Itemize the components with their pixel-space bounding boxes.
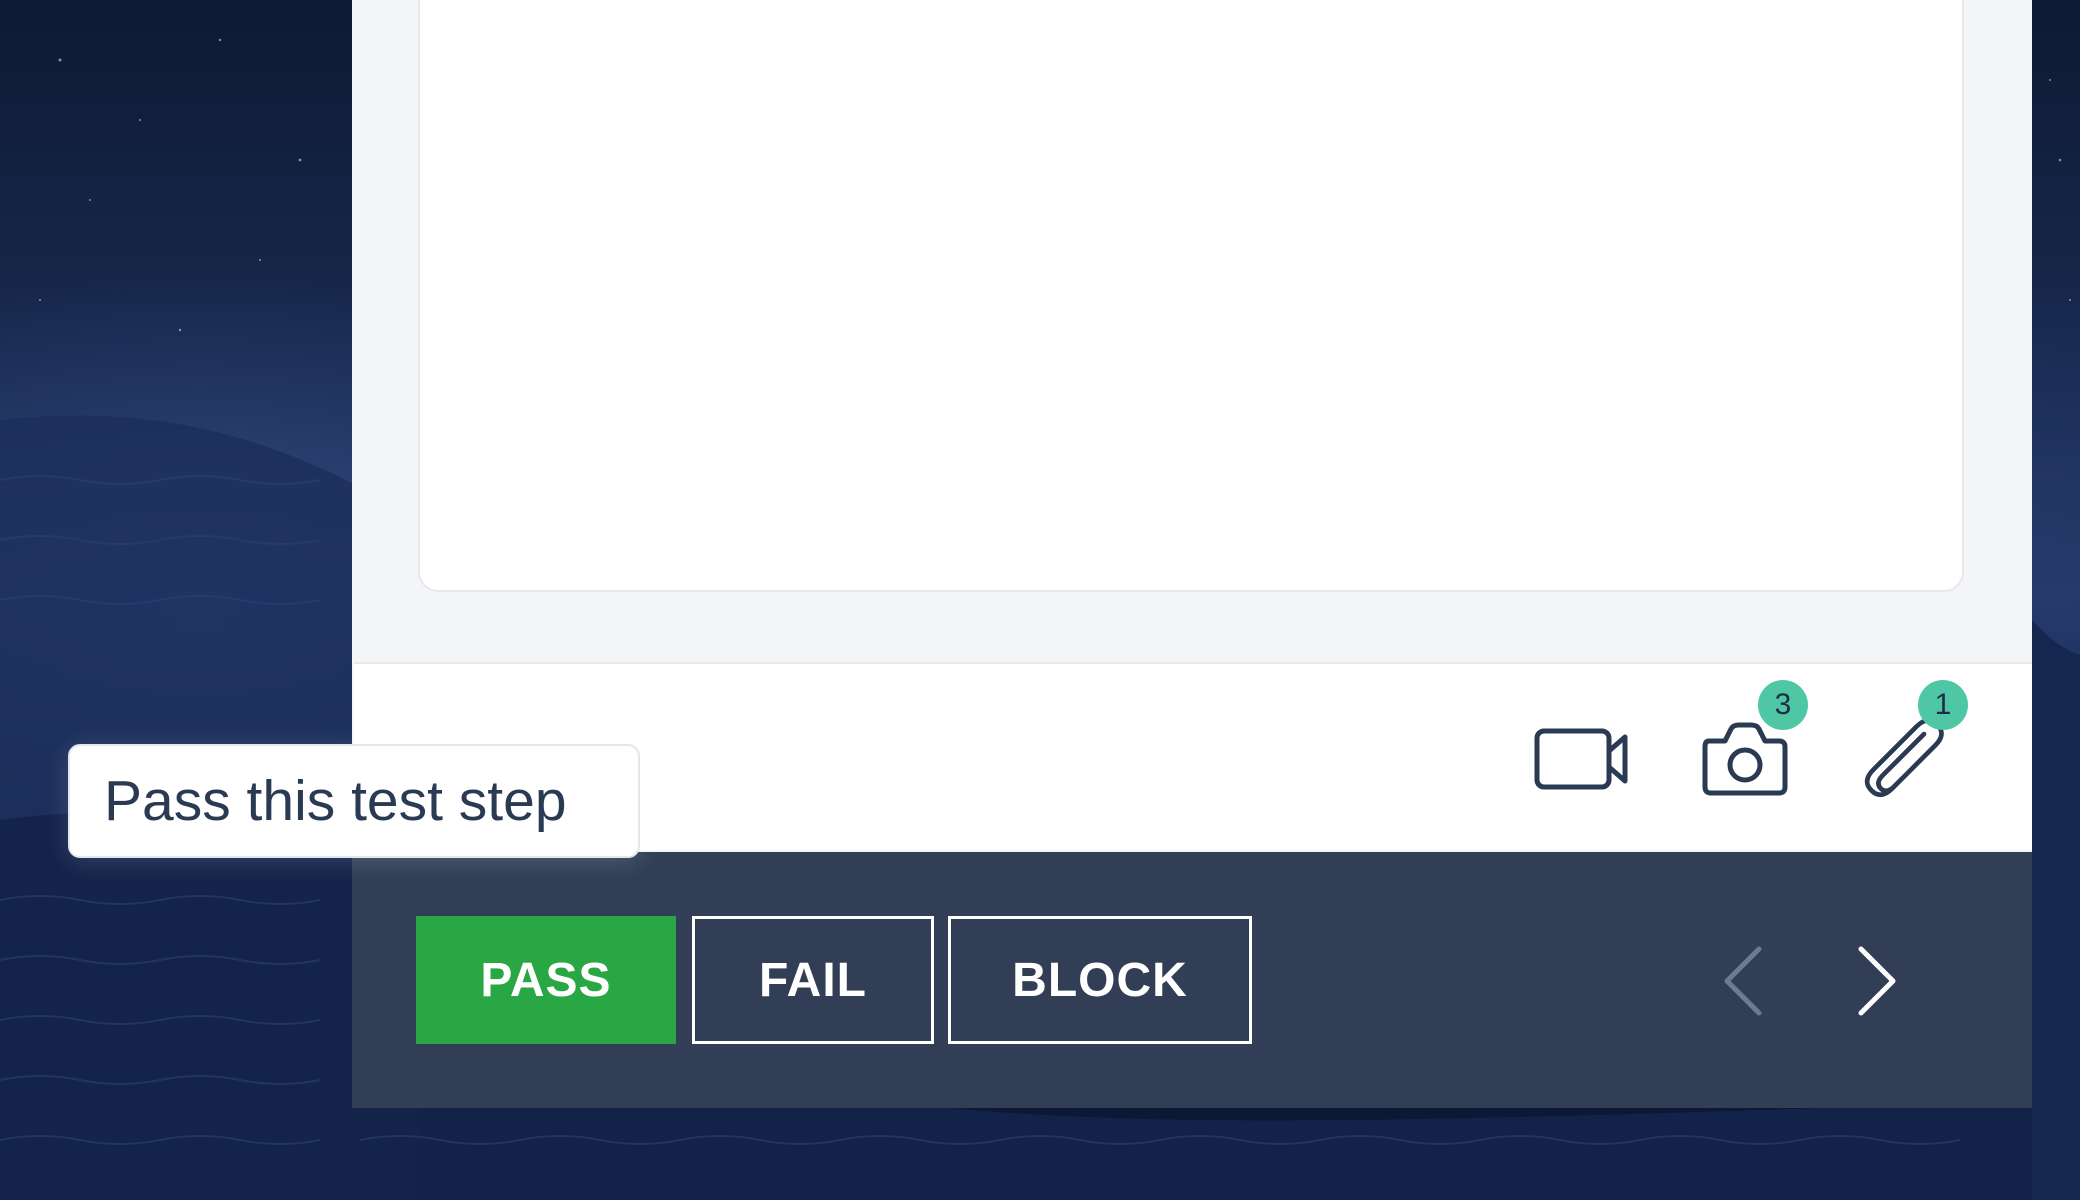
record-video-button[interactable] xyxy=(1526,704,1636,814)
fail-button[interactable]: FAIL xyxy=(692,916,934,1044)
step-action-bar: PASS FAIL BLOCK xyxy=(352,852,2032,1108)
pass-tooltip: Pass this test step xyxy=(68,744,640,858)
chevron-right-icon xyxy=(1858,946,1896,1016)
next-step-button[interactable] xyxy=(1832,936,1922,1026)
attachment-count-badge: 1 xyxy=(1918,680,1968,730)
chevron-left-icon xyxy=(1724,946,1762,1016)
pass-button[interactable]: PASS xyxy=(416,916,676,1044)
video-camera-icon xyxy=(1534,728,1628,790)
camera-icon xyxy=(1702,722,1788,796)
screenshot-count-badge: 3 xyxy=(1758,680,1808,730)
paperclip-icon xyxy=(1864,718,1944,798)
test-step-panel: 3 1 PASS FAIL BLOCK xyxy=(352,0,2032,1108)
block-button[interactable]: BLOCK xyxy=(948,916,1252,1044)
previous-step-button[interactable] xyxy=(1698,936,1788,1026)
step-content-card xyxy=(418,0,1964,592)
